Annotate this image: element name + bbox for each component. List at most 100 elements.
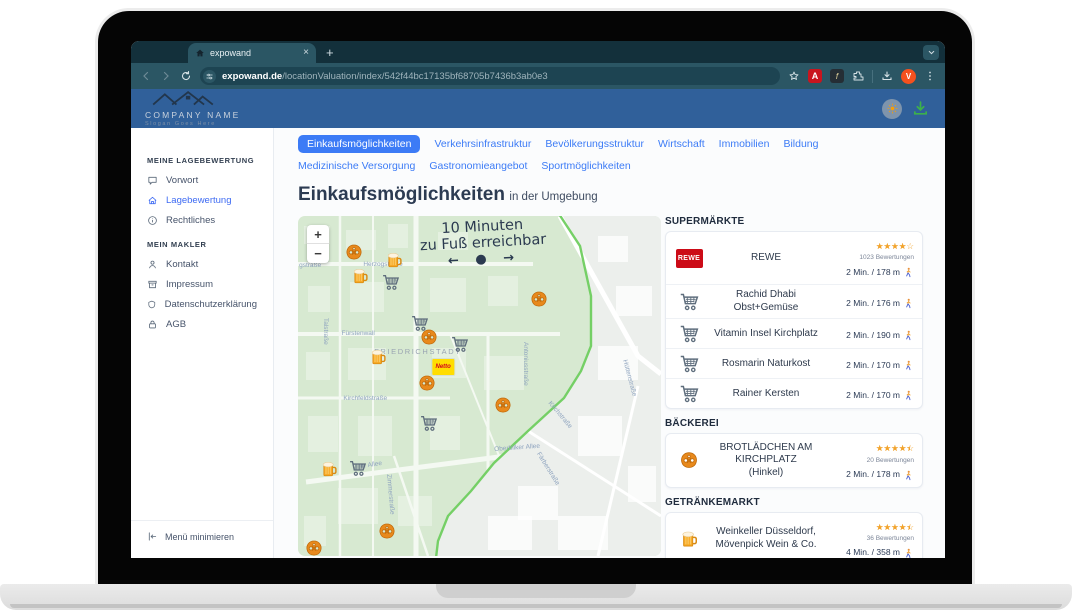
sidebar-item-label: Impressum (166, 279, 213, 290)
menu-dots-icon[interactable] (924, 70, 936, 82)
map-marker-cart[interactable] (381, 273, 400, 292)
place-name: Rainer Kersten (706, 388, 826, 401)
pretzel-icon (530, 290, 549, 309)
chevron-down-icon (927, 48, 936, 57)
street-label: Antoniusstraße (522, 342, 529, 386)
adobe-extension-icon[interactable]: A (808, 69, 822, 83)
sidebar-item-agb[interactable]: AGB (131, 314, 273, 334)
place-meta: 2 Min. / 176 m (826, 293, 914, 311)
map-marker-beer[interactable] (350, 266, 369, 285)
place-row[interactable]: REWEREWE☆☆☆☆☆★★★★★1023 Bewertungen2 Min.… (666, 232, 922, 284)
tab-sportm-glichkeiten[interactable]: Sportmöglichkeiten (541, 157, 630, 175)
map[interactable]: + − 10 Minuten zu Fuß erreichbar ← ● → g… (298, 216, 661, 556)
lock-icon (147, 319, 158, 330)
reload-button[interactable] (180, 70, 192, 82)
main-content: Einkaufsmöglichkeiten Verkehrsinfrastrukt… (274, 128, 945, 558)
star-rating-icon: ☆☆☆☆☆★★★★★ (876, 524, 914, 533)
place-meta: 2 Min. / 170 m (826, 385, 914, 403)
company-name: COMPANY NAME (145, 111, 241, 120)
tab-bev-lkerungsstruktur[interactable]: Bevölkerungsstruktur (545, 135, 644, 153)
map-marker-pretzel[interactable] (377, 521, 396, 540)
map-marker-cart[interactable] (419, 414, 438, 433)
tab-medizinische-versorgung[interactable]: Medizinische Versorgung (298, 157, 415, 175)
street-label: Kirchfeldstraße (343, 395, 387, 402)
forward-button[interactable] (160, 70, 172, 82)
map-marker-pretzel[interactable] (494, 395, 513, 414)
walking-person-icon (903, 470, 914, 481)
place-row[interactable]: BROTLÄDCHEN AM KIRCHPLATZ(Hinkel)☆☆☆☆☆★★… (666, 434, 922, 486)
company-slogan: Slogan Goes Here (145, 122, 241, 128)
roofs-logo-icon (145, 90, 221, 106)
place-rating: ☆☆☆☆☆★★★★★ (826, 438, 914, 456)
map-annotation: 10 Minuten zu Fuß erreichbar ← ● → (395, 216, 572, 272)
map-marker-beer[interactable] (319, 460, 338, 479)
sidebar-item-datenschutzerkl-rung[interactable]: Datenschutzerklärung (131, 294, 273, 314)
extension-icon[interactable]: f (830, 69, 844, 83)
sidebar: MEINE LAGEBEWERTUNGVorwortLagebewertungR… (131, 128, 274, 558)
place-icon-cell (672, 529, 706, 549)
rewe-logo: REWE (676, 249, 703, 268)
cart-icon (679, 383, 700, 404)
profile-avatar[interactable]: V (901, 69, 916, 84)
panel-section-title: GETRÄNKEMARKT (665, 497, 923, 508)
panel-card: BROTLÄDCHEN AM KIRCHPLATZ(Hinkel)☆☆☆☆☆★★… (665, 433, 923, 487)
download-report-button[interactable] (912, 100, 929, 117)
site-settings-icon[interactable] (203, 70, 216, 83)
sidebar-item-label: AGB (166, 319, 186, 330)
walk-distance: 4 Min. / 358 m (846, 548, 914, 558)
extensions-puzzle-icon[interactable] (852, 70, 864, 82)
tab-list-chevron-button[interactable] (923, 45, 939, 60)
place-row[interactable]: Rachid Dhabi Obst+Gemüse2 Min. / 176 m (666, 284, 922, 318)
url-bar[interactable]: expowand.de/locationValuation/index/542f… (200, 67, 780, 85)
place-row[interactable]: Weinkeller Düsseldorf,Mövenpick Wein & C… (666, 513, 922, 559)
map-marker-pretzel[interactable] (530, 290, 549, 309)
map-marker-cart[interactable] (450, 334, 469, 353)
place-name: BROTLÄDCHEN AM KIRCHPLATZ(Hinkel) (706, 442, 826, 480)
sidebar-item-lagebewertung[interactable]: Lagebewertung (131, 190, 273, 210)
downloads-icon[interactable] (881, 70, 893, 82)
place-name: Rosmarin Naturkost (706, 358, 826, 371)
cart-icon (348, 458, 367, 477)
tab-gastronomieangebot[interactable]: Gastronomieangebot (429, 157, 527, 175)
sidebar-item-rechtliches[interactable]: Rechtliches (131, 210, 273, 230)
url-text: expowand.de/locationValuation/index/542f… (222, 71, 548, 82)
place-rating: ☆☆☆☆☆★★★★★ (826, 236, 914, 254)
map-marker-pretzel[interactable] (305, 538, 324, 556)
company-logo[interactable]: COMPANY NAME Slogan Goes Here (145, 90, 241, 127)
new-tab-button[interactable]: + (326, 45, 334, 60)
shield-icon (147, 299, 157, 310)
beer-icon (679, 529, 699, 549)
pretzel-icon (345, 242, 364, 261)
zoom-in-button[interactable]: + (307, 225, 329, 244)
tab-bildung[interactable]: Bildung (783, 135, 818, 153)
pretzel-icon (305, 538, 324, 556)
sidebar-item-vorwort[interactable]: Vorwort (131, 170, 273, 190)
browser-tab[interactable]: expowand × (188, 43, 316, 63)
sidebar-collapse-button[interactable]: Menü minimieren (131, 520, 273, 542)
place-row[interactable]: Rainer Kersten2 Min. / 170 m (666, 378, 922, 408)
tab-wirtschaft[interactable]: Wirtschaft (658, 135, 705, 153)
bookmark-star-icon[interactable] (788, 70, 800, 82)
map-marker-pretzel[interactable] (417, 373, 436, 392)
place-icon-cell (672, 353, 706, 374)
place-row[interactable]: Vitamin Insel Kirchplatz2 Min. / 190 m (666, 318, 922, 348)
place-row[interactable]: Rosmarin Naturkost2 Min. / 170 m (666, 348, 922, 378)
star-rating-icon: ☆☆☆☆☆★★★★★ (876, 243, 914, 252)
map-marker-pretzel[interactable] (419, 327, 438, 346)
panel-section: SUPERMÄRKTEREWEREWE☆☆☆☆☆★★★★★1023 Bewert… (665, 216, 923, 409)
sidebar-item-kontakt[interactable]: Kontakt (131, 254, 273, 274)
theme-toggle-button[interactable] (882, 99, 902, 119)
zoom-out-button[interactable]: − (307, 244, 329, 263)
tab-immobilien[interactable]: Immobilien (719, 135, 770, 153)
map-marker-beer[interactable] (368, 348, 387, 367)
site-header: COMPANY NAME Slogan Goes Here (131, 89, 945, 128)
tab-verkehrsinfrastruktur[interactable]: Verkehrsinfrastruktur (434, 135, 531, 153)
tab-einkaufsm-glichkeiten[interactable]: Einkaufsmöglichkeiten (298, 135, 420, 153)
tab-close-icon[interactable]: × (303, 48, 309, 58)
sidebar-item-impressum[interactable]: Impressum (131, 274, 273, 294)
places-panel: SUPERMÄRKTEREWEREWE☆☆☆☆☆★★★★★1023 Bewert… (665, 216, 923, 558)
map-marker-cart[interactable] (348, 458, 367, 477)
laptop-screen-bezel: expowand × + expowand.de/locationValuati… (95, 8, 975, 586)
back-button[interactable] (140, 70, 152, 82)
map-marker-pretzel[interactable] (345, 242, 364, 261)
